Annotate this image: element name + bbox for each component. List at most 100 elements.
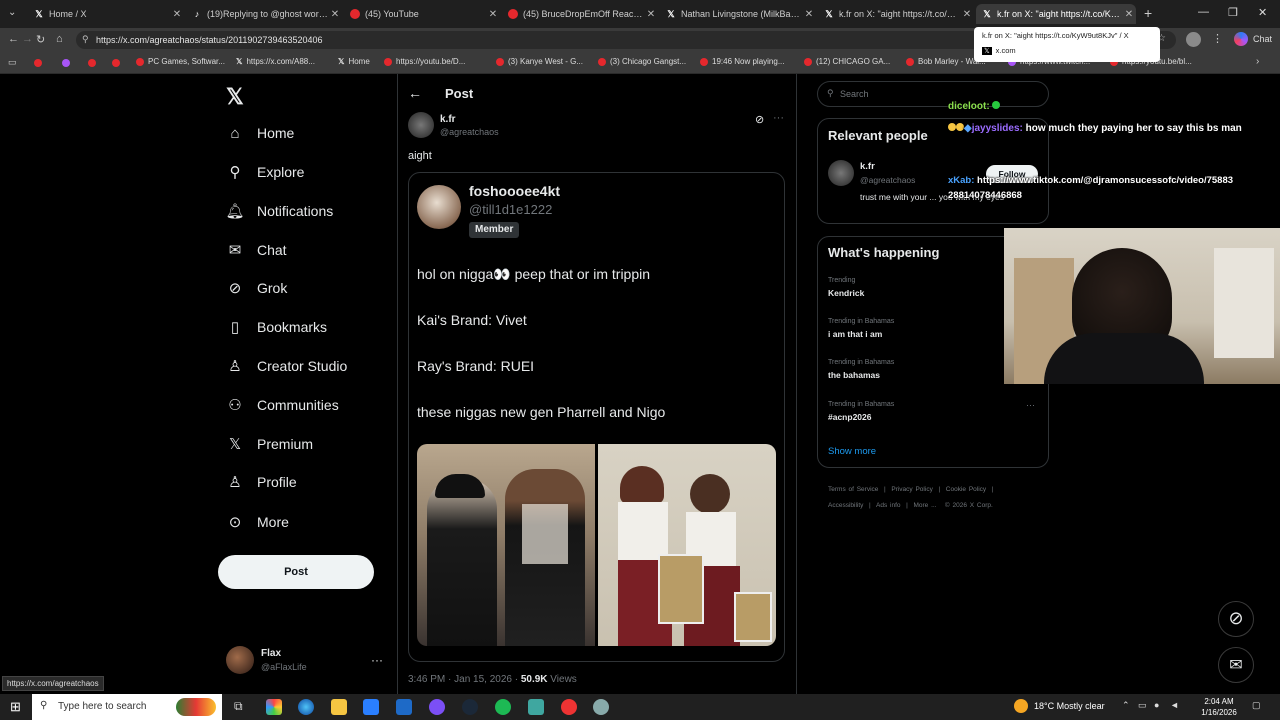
author-name[interactable]: k.fr bbox=[440, 114, 456, 125]
clock[interactable]: 2:04 AM 1/16/2026 bbox=[1198, 696, 1240, 718]
trend-item[interactable]: Trending in Bahamas i am that i am bbox=[828, 318, 894, 339]
chevron-right-icon[interactable]: › bbox=[1256, 56, 1259, 67]
nav-chat[interactable]: ✉ Chat bbox=[226, 241, 287, 259]
bookmark-item[interactable]: PC Games, Softwar... bbox=[136, 57, 225, 66]
nav-bookmarks[interactable]: ▯ Bookmarks bbox=[226, 318, 327, 336]
copilot-icon[interactable] bbox=[1234, 32, 1248, 46]
nav-home[interactable]: ⌂ Home bbox=[226, 124, 294, 142]
close-icon[interactable]: ✕ bbox=[802, 9, 816, 20]
bookmark-item[interactable]: 𝕏 Home bbox=[338, 57, 370, 66]
avatar[interactable] bbox=[417, 185, 461, 229]
post-button[interactable]: Post bbox=[218, 555, 374, 589]
tab-1[interactable]: ♪(19)Replying to @ghost workers a✕ bbox=[186, 4, 342, 24]
notification-icon[interactable]: ▢ bbox=[1252, 700, 1261, 711]
footer-link[interactable]: Terms of Service bbox=[828, 486, 878, 493]
maximize-icon[interactable]: ❐ bbox=[1228, 6, 1238, 19]
nav-explore[interactable]: ⚲ Explore bbox=[226, 163, 305, 181]
trend-item[interactable]: Trending in Bahamas #acnp2026 bbox=[828, 401, 894, 422]
close-icon[interactable]: ✕ bbox=[486, 9, 500, 20]
avatar[interactable] bbox=[226, 646, 254, 674]
bookmark-item[interactable]: (3) Chicago Gangst... bbox=[598, 57, 686, 66]
nav-creator-studio[interactable]: ♙ Creator Studio bbox=[226, 357, 347, 375]
app-icon[interactable] bbox=[593, 699, 609, 715]
trend-more-icon[interactable]: ··· bbox=[1026, 400, 1035, 410]
store-icon[interactable] bbox=[363, 699, 379, 715]
close-icon[interactable]: ✕ bbox=[1122, 9, 1136, 20]
relevant-name[interactable]: k.fr bbox=[860, 161, 875, 172]
windows-start-icon[interactable]: ⊞ bbox=[10, 699, 21, 715]
footer-link[interactable]: Cookie Policy bbox=[946, 486, 986, 493]
tab-5[interactable]: 𝕏k.fr on X: "aight https://t.co/KyW9 ✕ bbox=[818, 4, 974, 24]
quote-author-name[interactable]: foshoooee4kt bbox=[469, 183, 560, 199]
weather-text[interactable]: 18°C Mostly clear bbox=[1034, 701, 1105, 711]
footer-link[interactable]: Accessibility bbox=[828, 502, 863, 509]
avatar[interactable] bbox=[408, 112, 434, 138]
chili-icon[interactable] bbox=[176, 698, 216, 716]
bookmark-item[interactable]: (3) Kanye West - G... bbox=[496, 57, 583, 66]
nav-premium[interactable]: 𝕏 Premium bbox=[226, 435, 313, 453]
tray-chevron-icon[interactable]: ⌃ bbox=[1122, 700, 1130, 711]
nav-notifications[interactable]: 🔔︎ Notifications bbox=[225, 202, 333, 220]
home-button-icon[interactable]: ⌂ bbox=[56, 33, 63, 45]
grok-icon[interactable]: ⊘ bbox=[755, 113, 764, 126]
bookmark-item[interactable]: https://youtu.be/D... bbox=[384, 57, 465, 66]
tab-search-icon[interactable]: ⌄ bbox=[8, 7, 16, 18]
spotify-icon[interactable] bbox=[495, 699, 511, 715]
youtube-icon[interactable] bbox=[88, 59, 96, 67]
close-icon[interactable]: ✕ bbox=[960, 9, 974, 20]
file-explorer-icon[interactable] bbox=[331, 699, 347, 715]
tab-2[interactable]: (45) YouTube ✕ bbox=[344, 4, 500, 24]
network-icon[interactable]: ▭ bbox=[1138, 700, 1147, 711]
reload-icon[interactable]: ↻ bbox=[36, 33, 45, 46]
bookmark-item[interactable]: (12) CHICAGO GA... bbox=[804, 57, 890, 66]
outlook-icon[interactable] bbox=[396, 699, 412, 715]
x-logo-icon[interactable]: 𝕏 bbox=[226, 84, 244, 110]
mail-icon[interactable]: ✉ bbox=[1218, 647, 1254, 683]
post-photo-left[interactable] bbox=[417, 444, 595, 646]
steam-icon[interactable] bbox=[462, 699, 478, 715]
edge-icon[interactable] bbox=[298, 699, 314, 715]
close-icon[interactable]: ✕ bbox=[328, 9, 342, 20]
grok-icon[interactable]: ⊘ bbox=[1218, 601, 1254, 637]
trend-item[interactable]: Trending Kendrick bbox=[828, 277, 864, 298]
back-arrow-icon[interactable]: ← bbox=[408, 85, 422, 101]
task-view-icon[interactable]: ⧉ bbox=[234, 699, 243, 714]
bookmark-item[interactable]: 𝕏https://x.com/A88... bbox=[236, 57, 315, 66]
relevant-handle[interactable]: @agreatchaos bbox=[860, 175, 915, 185]
footer-link[interactable]: Ads info bbox=[876, 502, 901, 509]
profile-avatar[interactable] bbox=[1186, 32, 1201, 47]
minimize-icon[interactable]: — bbox=[1198, 6, 1209, 18]
close-icon[interactable]: ✕ bbox=[170, 9, 184, 20]
tab-4[interactable]: 𝕏Nathan Livingstone (MilkBarTV) o✕ bbox=[660, 4, 816, 24]
speaker-icon[interactable]: ◄ bbox=[1170, 700, 1179, 710]
site-info-icon[interactable]: ⚲ bbox=[82, 34, 89, 45]
discord-icon[interactable] bbox=[429, 699, 445, 715]
twitch-icon[interactable] bbox=[62, 59, 70, 67]
post-more-icon[interactable]: ··· bbox=[773, 112, 784, 124]
nav-communities[interactable]: ⚇ Communities bbox=[226, 396, 338, 414]
post-photo-right[interactable] bbox=[598, 444, 776, 646]
tab-0[interactable]: 𝕏 Home / X ✕ bbox=[28, 4, 184, 24]
forward-icon[interactable]: → bbox=[22, 33, 33, 45]
avatar[interactable] bbox=[828, 160, 854, 186]
tab-6-active[interactable]: 𝕏k.fr on X: "aight https://t.co/KyW9 ✕ bbox=[976, 4, 1136, 24]
app-icon[interactable] bbox=[561, 699, 577, 715]
footer-link[interactable]: Privacy Policy bbox=[891, 486, 932, 493]
menu-icon[interactable]: ⋮ bbox=[1212, 32, 1223, 45]
trend-item[interactable]: Trending in Bahamas the bahamas bbox=[828, 359, 894, 380]
app-icon[interactable] bbox=[528, 699, 544, 715]
close-window-icon[interactable]: ✕ bbox=[1258, 6, 1267, 19]
account-menu-icon[interactable]: ··· bbox=[371, 653, 383, 667]
footer-link[interactable]: More ... bbox=[913, 502, 936, 509]
quote-author-handle[interactable]: @till1d1e1222 bbox=[469, 202, 552, 217]
copilot-icon[interactable] bbox=[266, 699, 282, 715]
show-more-link[interactable]: Show more bbox=[828, 446, 876, 457]
author-handle[interactable]: @agreatchaos bbox=[440, 127, 499, 137]
bookmark-item[interactable]: 19:46 Now playing... bbox=[700, 57, 785, 66]
back-icon[interactable]: ← bbox=[8, 33, 19, 45]
chat-label[interactable]: Chat bbox=[1253, 34, 1272, 44]
search-input[interactable]: ⚲ Search bbox=[817, 81, 1049, 107]
weather-icon[interactable] bbox=[1014, 699, 1028, 713]
new-tab-icon[interactable]: + bbox=[1144, 5, 1152, 21]
mic-icon[interactable]: ● bbox=[1154, 700, 1159, 710]
